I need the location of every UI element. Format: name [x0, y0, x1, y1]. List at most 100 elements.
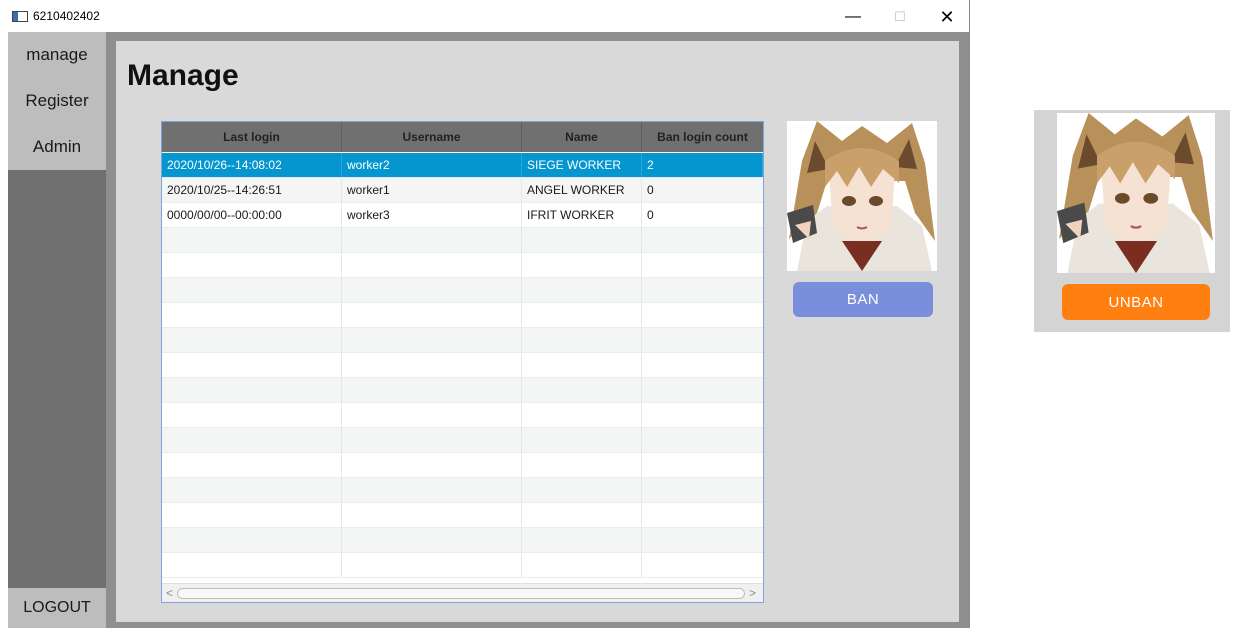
scrollbar-thumb[interactable] — [177, 588, 745, 599]
cell-last-login: 2020/10/25--14:26:51 — [162, 178, 342, 202]
close-button[interactable]: ✕ — [924, 4, 970, 30]
empty-cell — [342, 428, 522, 452]
workers-table[interactable]: Last login Username Name Ban login count… — [161, 121, 764, 603]
table-row[interactable]: 0000/00/00--00:00:00 worker3 IFRIT WORKER 0 — [162, 203, 763, 228]
column-header-ban-login-count[interactable]: Ban login count — [642, 122, 763, 152]
window-border — [969, 0, 970, 628]
empty-cell — [342, 228, 522, 252]
empty-cell — [522, 228, 642, 252]
empty-cell — [522, 428, 642, 452]
empty-cell — [642, 353, 763, 377]
empty-cell — [162, 428, 342, 452]
column-header-last-login[interactable]: Last login — [162, 122, 342, 152]
empty-cell — [162, 528, 342, 552]
table-row-empty — [162, 453, 763, 478]
cell-username: worker3 — [342, 203, 522, 227]
empty-cell — [342, 303, 522, 327]
minimize-button[interactable]: — — [830, 4, 876, 30]
empty-cell — [162, 503, 342, 527]
empty-cell — [642, 228, 763, 252]
empty-cell — [342, 353, 522, 377]
empty-cell — [642, 478, 763, 502]
empty-cell — [342, 528, 522, 552]
empty-cell — [162, 553, 342, 577]
empty-cell — [522, 453, 642, 477]
empty-cell — [162, 303, 342, 327]
table-row-empty — [162, 503, 763, 528]
table-row-empty — [162, 403, 763, 428]
empty-cell — [522, 278, 642, 302]
empty-cell — [162, 328, 342, 352]
main-frame: Manage Last login Username Name Ban logi… — [106, 32, 969, 628]
avatar-illustration — [787, 121, 937, 271]
empty-cell — [642, 303, 763, 327]
unban-button[interactable]: UNBAN — [1062, 284, 1210, 320]
empty-cell — [162, 253, 342, 277]
title-bar[interactable]: 6210402402 — ☐ ✕ — [0, 0, 970, 32]
sidebar-item-admin[interactable]: Admin — [8, 124, 106, 170]
empty-cell — [522, 478, 642, 502]
table-row-empty — [162, 378, 763, 403]
empty-cell — [642, 278, 763, 302]
column-header-username[interactable]: Username — [342, 122, 522, 152]
empty-cell — [522, 553, 642, 577]
table-row-empty — [162, 328, 763, 353]
ban-button[interactable]: BAN — [793, 282, 933, 317]
page-title: Manage — [127, 59, 239, 92]
sidebar-item-register[interactable]: Register — [8, 78, 106, 124]
worker-avatar-secondary — [1057, 113, 1215, 273]
empty-cell — [642, 378, 763, 402]
sidebar: manage Register Admin LOGOUT — [8, 32, 106, 628]
column-header-name[interactable]: Name — [522, 122, 642, 152]
cell-last-login: 0000/00/00--00:00:00 — [162, 203, 342, 227]
sidebar-item-manage[interactable]: manage — [8, 32, 106, 78]
empty-cell — [162, 278, 342, 302]
empty-cell — [342, 403, 522, 427]
table-row[interactable]: 2020/10/26--14:08:02 worker2 SIEGE WORKER 2 — [162, 153, 763, 178]
empty-cell — [522, 253, 642, 277]
empty-cell — [522, 403, 642, 427]
empty-cell — [342, 503, 522, 527]
table-row-empty — [162, 253, 763, 278]
logout-button[interactable]: LOGOUT — [8, 588, 106, 628]
scroll-right-icon[interactable]: > — [749, 586, 756, 600]
cell-ban-login-count: 0 — [647, 183, 654, 197]
worker-avatar — [787, 121, 937, 271]
table-row-empty — [162, 353, 763, 378]
table-row-empty — [162, 303, 763, 328]
table-body: 2020/10/26--14:08:02 worker2 SIEGE WORKER 2… — [162, 153, 763, 583]
empty-cell — [342, 278, 522, 302]
cell-name: ANGEL WORKER — [522, 178, 642, 202]
table-row-empty — [162, 278, 763, 303]
empty-cell — [342, 328, 522, 352]
app-window: 6210402402 — ☐ ✕ manage Register Admin L… — [0, 0, 970, 628]
empty-cell — [342, 253, 522, 277]
table-header: Last login Username Name Ban login count — [162, 122, 763, 152]
empty-cell — [162, 353, 342, 377]
table-row-empty — [162, 228, 763, 253]
cell-ban-login-count: 0 — [647, 208, 654, 222]
table-row[interactable]: 2020/10/25--14:26:51 worker1 ANGEL WORKER 0 — [162, 178, 763, 203]
table-row-empty — [162, 528, 763, 553]
empty-cell — [162, 478, 342, 502]
horizontal-scrollbar[interactable]: < > — [162, 583, 763, 602]
empty-cell — [162, 228, 342, 252]
maximize-button[interactable]: ☐ — [877, 4, 923, 30]
empty-cell — [642, 503, 763, 527]
cell-name: SIEGE WORKER — [522, 153, 642, 177]
scroll-left-icon[interactable]: < — [166, 586, 173, 600]
empty-cell — [162, 453, 342, 477]
cell-last-login: 2020/10/26--14:08:02 — [162, 153, 342, 177]
empty-cell — [642, 403, 763, 427]
empty-cell — [642, 328, 763, 352]
empty-cell — [642, 253, 763, 277]
empty-cell — [522, 353, 642, 377]
avatar-illustration-secondary — [1057, 113, 1215, 273]
table-row-empty — [162, 553, 763, 578]
main-panel: Manage Last login Username Name Ban logi… — [116, 41, 959, 622]
window-title: 6210402402 — [33, 9, 100, 23]
cell-username: worker1 — [342, 178, 522, 202]
empty-cell — [642, 453, 763, 477]
cell-username: worker2 — [342, 153, 522, 177]
empty-cell — [522, 303, 642, 327]
